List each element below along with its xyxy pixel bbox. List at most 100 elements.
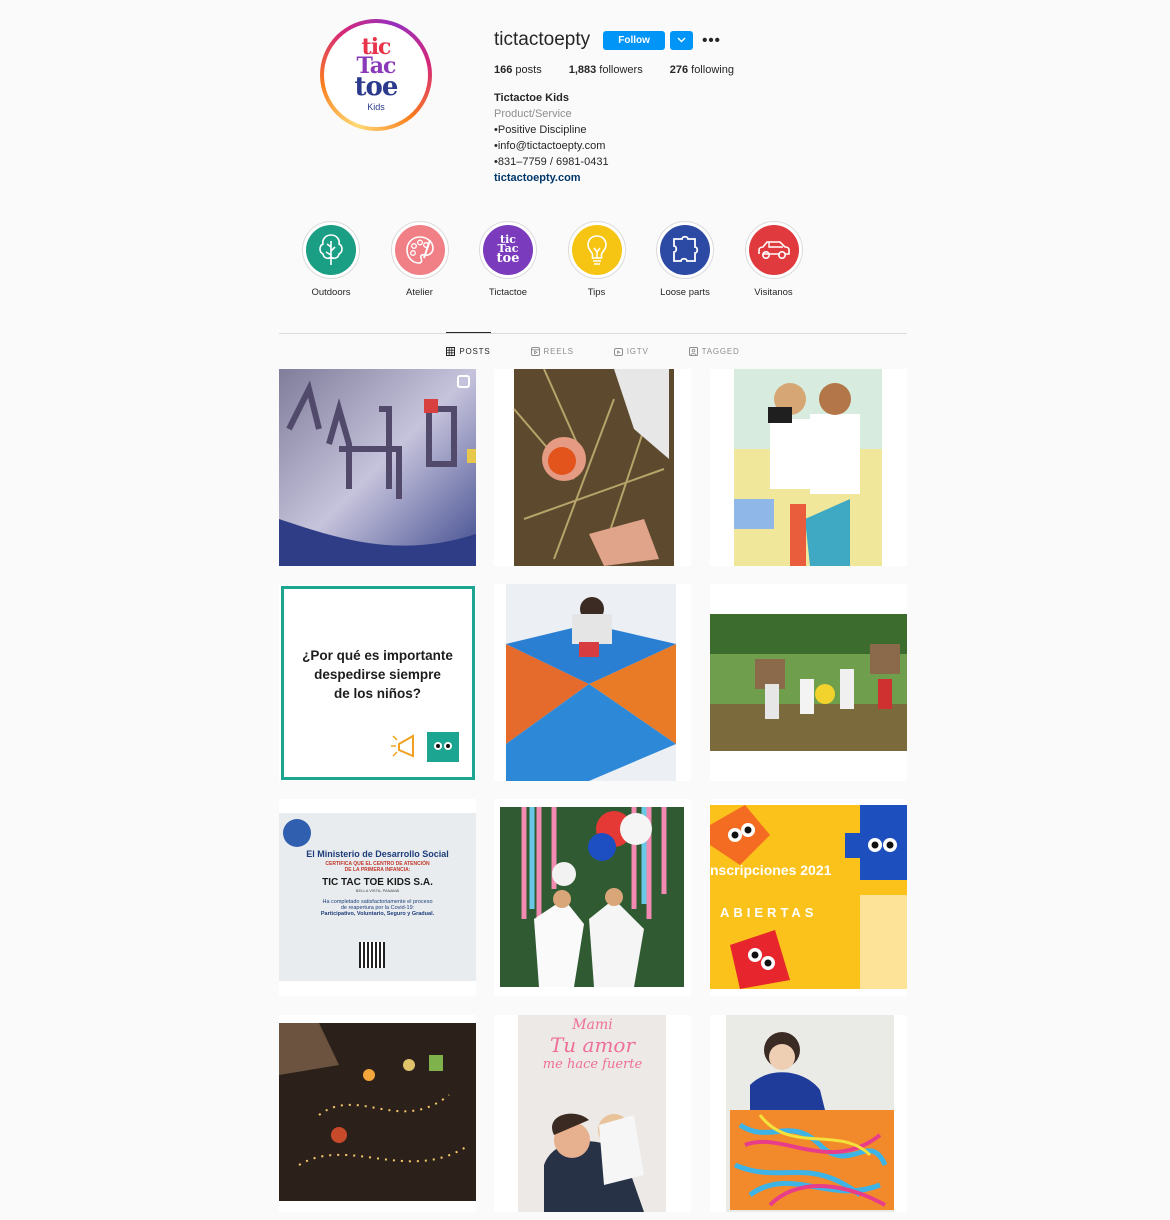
follow-button[interactable]: Follow xyxy=(603,30,666,50)
tab-label: IGTV xyxy=(626,346,649,356)
posts-count: 166 posts xyxy=(494,64,542,76)
tab-reels[interactable]: REELS xyxy=(530,332,574,369)
mascot-megaphone-icon xyxy=(391,732,459,762)
avatar-logo-toe: toe xyxy=(354,71,399,102)
certificate-sub: DE LA PRIMERA INFANCIA: xyxy=(344,867,411,873)
profile-tabs: POSTS REELS IGTV TAGGED xyxy=(279,332,907,369)
avatar-logo-kids: Kids xyxy=(367,101,385,112)
highlight-loose-parts[interactable]: Loose parts xyxy=(655,221,715,298)
post-ministry-certificate[interactable]: El Ministerio de Desarrollo Social CERTI… xyxy=(279,799,476,996)
quote-text: ¿Por qué es importante despedirse siempr… xyxy=(279,646,476,703)
highlight-label: Atelier xyxy=(406,287,433,298)
posts-number: 166 xyxy=(494,64,513,76)
highlight-ring xyxy=(390,221,449,279)
post-sensory-tiles[interactable] xyxy=(494,584,691,781)
username: tictactoepty xyxy=(494,29,591,50)
following-link[interactable]: 276 following xyxy=(670,64,734,76)
highlight-ring xyxy=(744,221,803,279)
website-link[interactable]: tictactoepty.com xyxy=(494,170,894,186)
neon-line: me hace fuerte xyxy=(542,1057,643,1072)
car-icon xyxy=(748,225,799,275)
highlight-label: Tictactoe xyxy=(488,287,528,298)
post-image xyxy=(710,369,907,566)
post-goodbye-quote[interactable]: ¿Por qué es importante despedirse siempr… xyxy=(279,584,476,781)
palette-icon xyxy=(394,225,445,275)
post-hands-soil[interactable] xyxy=(494,369,691,566)
chevron-down-icon xyxy=(677,37,686,43)
more-options-button[interactable]: ••• xyxy=(702,32,721,49)
tab-label: REELS xyxy=(543,346,574,356)
certificate-title: El Ministerio de Desarrollo Social xyxy=(306,849,449,859)
followers-label: followers xyxy=(596,64,643,76)
post-candle-lights[interactable] xyxy=(279,1015,476,1212)
tagged-icon xyxy=(688,346,698,356)
followers-link[interactable]: 1,883 followers xyxy=(569,64,643,76)
post-image xyxy=(494,584,691,781)
category-label: Product/Service xyxy=(494,108,572,120)
post-graduation[interactable] xyxy=(494,799,691,996)
highlight-outdoors[interactable]: Outdoors xyxy=(301,221,361,298)
full-name: Tictactoe Kids xyxy=(494,92,569,104)
profile-bio: Tictactoe Kids Product/Service •Positive… xyxy=(494,90,894,186)
certificate-place: BELLA VISTA, PANAMÁ xyxy=(355,888,400,893)
tree-icon xyxy=(306,225,356,275)
followers-number: 1,883 xyxy=(568,64,597,76)
igtv-icon xyxy=(613,347,623,356)
bio-line: •831–7759 / 6981-0431 xyxy=(494,156,609,168)
post-image xyxy=(279,369,476,566)
post-image xyxy=(710,584,907,781)
certificate-text: El Ministerio de Desarrollo Social CERTI… xyxy=(279,849,476,917)
highlight-ring: tic Tac toe xyxy=(479,221,537,279)
tab-posts[interactable]: POSTS xyxy=(446,332,491,369)
tictactoe-logo-icon: tic Tac toe xyxy=(483,225,533,275)
post-shadow-play[interactable] xyxy=(279,369,476,566)
post-garden-kids[interactable] xyxy=(710,584,907,781)
tab-label: POSTS xyxy=(459,346,491,356)
certificate-name: TIC TAC TOE KIDS S.A. xyxy=(322,877,433,888)
post-mothers-day[interactable]: Mami Tu amor me hace fuerte xyxy=(494,1015,691,1212)
reels-icon xyxy=(530,346,540,356)
posts-label: posts xyxy=(512,64,542,76)
avatar: tic Tac toe Kids xyxy=(324,23,428,127)
enrollment-open: ABIERTAS xyxy=(720,905,818,920)
highlight-tips[interactable]: Tips xyxy=(567,221,627,298)
post-image xyxy=(494,799,691,996)
tab-igtv[interactable]: IGTV xyxy=(613,332,649,369)
suggested-dropdown-button[interactable] xyxy=(670,30,694,50)
quote-line: despedirse siempre xyxy=(314,667,441,682)
post-kids-camera[interactable] xyxy=(710,369,907,566)
seal-icon xyxy=(283,819,311,847)
tab-label: TAGGED xyxy=(701,346,740,356)
quote-line: de los niños? xyxy=(333,686,421,701)
lightbulb-icon xyxy=(571,225,622,275)
highlight-tictactoe[interactable]: tic Tac toe Tictactoe xyxy=(478,221,538,298)
neon-line: Mami xyxy=(572,1017,613,1033)
profile-stats: 166 posts 1,883 followers 276 following xyxy=(494,64,894,76)
post-painting-child[interactable] xyxy=(710,1015,907,1212)
following-number: 276 xyxy=(669,64,689,76)
highlight-ring xyxy=(567,221,626,279)
profile-avatar-ring[interactable]: tic Tac toe Kids xyxy=(320,19,432,131)
following-label: following xyxy=(688,64,734,76)
quote-line: ¿Por qué es importante xyxy=(302,648,453,663)
profile-info: tictactoepty Follow ••• 166 posts 1,883 … xyxy=(494,26,894,186)
grid-icon xyxy=(446,346,456,356)
certificate-body: Participativo, Voluntario, Seguro y Grad… xyxy=(320,911,435,917)
post-image xyxy=(710,1015,907,1212)
highlight-atelier[interactable]: Atelier xyxy=(390,221,450,298)
highlight-visitanos[interactable]: Visitanos xyxy=(744,221,804,298)
story-highlights: Outdoors Atelier tic Tac toe Tictactoe T… xyxy=(301,221,832,298)
enrollment-title: nscripciones 2021 xyxy=(710,862,832,878)
highlight-label: Outdoors xyxy=(311,287,351,298)
tab-tagged[interactable]: TAGGED xyxy=(688,332,740,369)
neon-sign: Mami Tu amor me hace fuerte xyxy=(494,1015,691,1075)
name-row: tictactoepty Follow ••• xyxy=(494,26,894,54)
puzzle-piece-icon xyxy=(660,225,710,275)
highlight-label: Loose parts xyxy=(660,287,710,298)
post-image xyxy=(279,1015,476,1212)
reel-icon xyxy=(457,375,470,388)
bio-line: •info@tictactoepty.com xyxy=(494,140,606,152)
highlight-ring xyxy=(302,221,360,279)
highlight-label: Visitanos xyxy=(754,287,793,298)
post-enrollment-2021[interactable]: nscripciones 2021 ABIERTAS xyxy=(710,799,907,996)
